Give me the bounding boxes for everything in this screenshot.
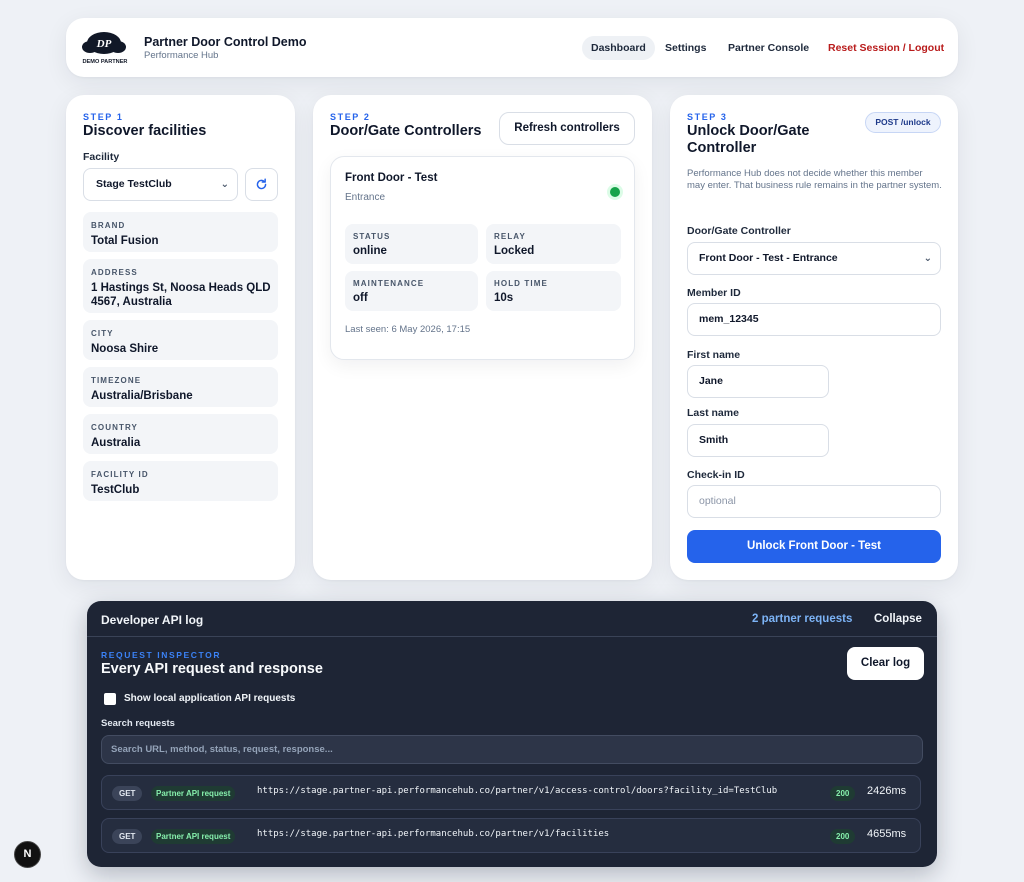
field-key: BRAND xyxy=(91,221,126,230)
method-badge: GET xyxy=(112,829,143,844)
svg-text:DP: DP xyxy=(96,38,112,50)
app-title: Partner Door Control Demo xyxy=(144,35,307,49)
step-label: STEP 3 xyxy=(687,112,728,122)
member-id-input[interactable]: mem_12345 xyxy=(687,303,941,336)
unlock-button[interactable]: Unlock Front Door - Test xyxy=(687,530,941,563)
facility-select[interactable]: Stage TestClub ⌄ xyxy=(83,168,238,201)
controllers-panel: STEP 2 Door/Gate Controllers Refresh con… xyxy=(313,95,652,580)
checkin-id-input[interactable]: optional xyxy=(687,485,941,518)
method-badge: GET xyxy=(112,786,143,801)
checkin-id-label: Check-in ID xyxy=(687,469,745,481)
field-value: Australia/Brisbane xyxy=(91,390,193,402)
inspector-label: REQUEST INSPECTOR xyxy=(101,650,222,660)
field-value: Noosa Shire xyxy=(91,343,159,355)
facility-select-value: Stage TestClub xyxy=(96,178,172,190)
nextjs-dev-badge[interactable]: N xyxy=(14,841,41,868)
clear-log-button[interactable]: Clear log xyxy=(847,647,924,680)
request-row[interactable]: GET Partner API request https://stage.pa… xyxy=(101,775,921,810)
request-url: https://stage.partner-api.performancehub… xyxy=(257,786,778,796)
field-value: Australia xyxy=(91,437,141,449)
svg-text:DEMO PARTNER: DEMO PARTNER xyxy=(83,59,128,65)
search-input[interactable]: Search URL, method, status, request, res… xyxy=(101,735,923,764)
endpoint-badge: POST /unlock xyxy=(865,112,941,133)
facility-label: Facility xyxy=(83,151,120,163)
discover-facilities-panel: STEP 1 Discover facilities Facility Stag… xyxy=(66,95,295,580)
status-field: STATUS online xyxy=(345,224,478,264)
field-key: TIMEZONE xyxy=(91,376,142,385)
refresh-controllers-button[interactable]: Refresh controllers xyxy=(499,112,635,145)
request-row[interactable]: GET Partner API request https://stage.pa… xyxy=(101,818,921,853)
panel-title: Unlock Door/Gate Controller xyxy=(687,123,810,156)
inspector-title: Every API request and response xyxy=(101,661,323,677)
controller-location: Entrance xyxy=(345,192,386,203)
first-name-input[interactable]: Jane xyxy=(687,365,829,398)
field-key: ADDRESS xyxy=(91,268,138,277)
controller-name: Front Door - Test xyxy=(345,172,438,184)
request-duration: 4655ms xyxy=(867,828,907,840)
field-value: 10s xyxy=(494,292,514,304)
field-value: TestClub xyxy=(91,484,140,496)
nav-reset-logout[interactable]: Reset Session / Logout xyxy=(819,36,953,60)
chevron-down-icon: ⌄ xyxy=(220,179,229,190)
last-name-label: Last name xyxy=(687,407,739,419)
field-value: 1 Hastings St, Noosa Heads QLD 4567, Aus… xyxy=(91,282,271,308)
request-count: 2 partner requests xyxy=(752,613,853,625)
last-seen-text: Last seen: 6 May 2026, 17:15 xyxy=(345,324,471,335)
controller-select[interactable]: Front Door - Test - Entrance ⌄ xyxy=(687,242,941,275)
request-url: https://stage.partner-api.performancehub… xyxy=(257,829,610,839)
last-name-input[interactable]: Smith xyxy=(687,424,829,457)
request-kind-badge: Partner API request xyxy=(151,829,236,844)
brand-field: BRAND Total Fusion xyxy=(83,212,278,252)
city-field: CITY Noosa Shire xyxy=(83,320,278,360)
collapse-button[interactable]: Collapse xyxy=(874,613,922,625)
controller-label: Door/Gate Controller xyxy=(687,225,791,237)
devlog-title: Developer API log xyxy=(101,613,204,627)
panel-title: Door/Gate Controllers xyxy=(330,123,482,139)
chevron-down-icon: ⌄ xyxy=(923,253,932,264)
top-header: DP DEMO PARTNER Partner Door Control Dem… xyxy=(66,18,958,77)
show-local-label[interactable]: Show local application API requests xyxy=(124,693,295,704)
field-key: MAINTENANCE xyxy=(353,279,425,288)
field-key: HOLD TIME xyxy=(494,279,548,288)
divider xyxy=(87,636,937,637)
unlock-panel: STEP 3 Unlock Door/Gate Controller POST … xyxy=(670,95,958,580)
field-key: CITY xyxy=(91,329,114,338)
request-duration: 2426ms xyxy=(867,785,907,797)
controller-card[interactable]: Front Door - Test Entrance STATUS online… xyxy=(330,156,635,360)
request-kind-badge: Partner API request xyxy=(151,786,236,801)
field-key: COUNTRY xyxy=(91,423,138,432)
status-code-badge: 200 xyxy=(830,786,856,801)
field-value: Locked xyxy=(494,245,535,257)
field-key: STATUS xyxy=(353,232,391,241)
nav-dashboard[interactable]: Dashboard xyxy=(582,36,655,60)
timezone-field: TIMEZONE Australia/Brisbane xyxy=(83,367,278,407)
controller-select-value: Front Door - Test - Entrance xyxy=(699,252,838,264)
step-label: STEP 2 xyxy=(330,112,371,122)
step-label: STEP 1 xyxy=(83,112,124,122)
field-key: RELAY xyxy=(494,232,526,241)
hold-time-field: HOLD TIME 10s xyxy=(486,271,621,311)
member-id-label: Member ID xyxy=(687,287,741,299)
nav-settings[interactable]: Settings xyxy=(656,36,715,60)
demo-partner-logo[interactable]: DP DEMO PARTNER xyxy=(78,28,132,68)
disclaimer-text: Performance Hub does not decide whether … xyxy=(687,168,942,191)
developer-api-log: Developer API log 2 partner requests Col… xyxy=(87,601,937,867)
country-field: COUNTRY Australia xyxy=(83,414,278,454)
address-field: ADDRESS 1 Hastings St, Noosa Heads QLD 4… xyxy=(83,259,278,313)
search-label: Search requests xyxy=(101,718,175,729)
online-status-dot xyxy=(610,187,620,197)
maintenance-field: MAINTENANCE off xyxy=(345,271,478,311)
first-name-label: First name xyxy=(687,349,741,361)
panel-title: Discover facilities xyxy=(83,123,207,139)
facility-id-field: FACILITY ID TestClub xyxy=(83,461,278,501)
nav-partner-console[interactable]: Partner Console xyxy=(719,36,818,60)
field-key: FACILITY ID xyxy=(91,470,149,479)
show-local-checkbox[interactable] xyxy=(104,693,116,705)
app-subtitle: Performance Hub xyxy=(144,50,219,61)
relay-field: RELAY Locked xyxy=(486,224,621,264)
refresh-facilities-button[interactable] xyxy=(245,168,278,201)
refresh-icon xyxy=(256,178,267,190)
field-value: Total Fusion xyxy=(91,235,159,247)
status-code-badge: 200 xyxy=(830,829,856,844)
